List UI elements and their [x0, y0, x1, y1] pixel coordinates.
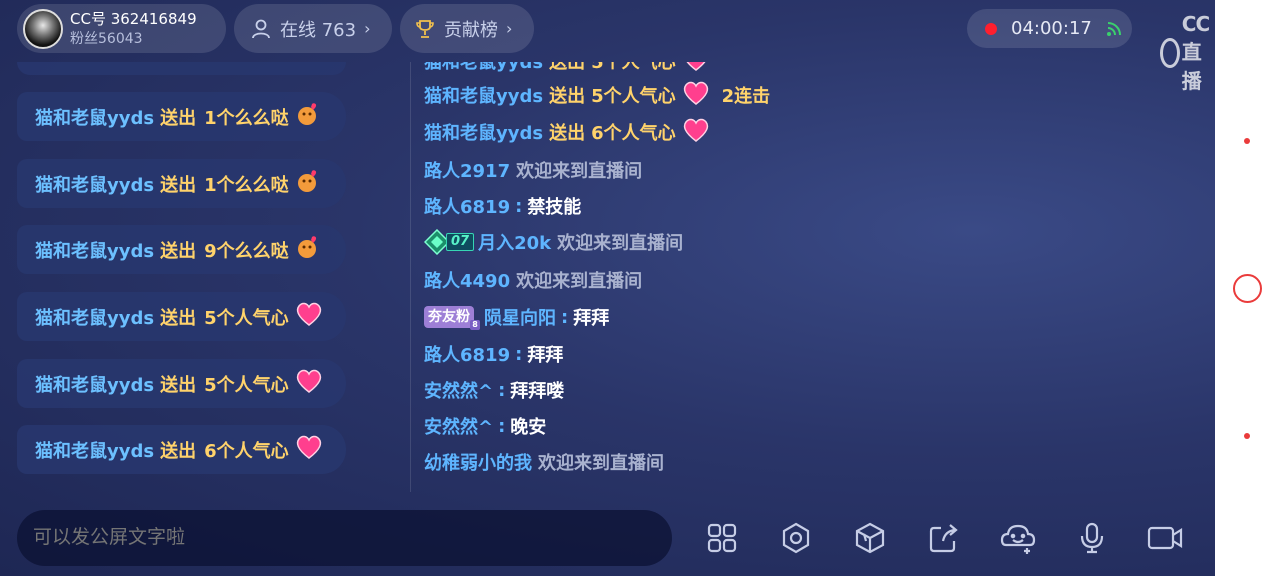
- heart-icon: [295, 302, 323, 331]
- emoji-add-icon[interactable]: [1000, 520, 1036, 556]
- gift-item: 猫和老鼠yyds 送出 1个么么哒: [17, 159, 346, 208]
- mic-icon[interactable]: [1074, 520, 1110, 556]
- chat-message: 安然然^ : 晚安: [424, 415, 547, 439]
- gift-box-icon[interactable]: [852, 520, 888, 556]
- anchor-id: CC号 362416849: [70, 9, 197, 28]
- gift-item: 猫和老鼠yyds 送出 9个么么哒: [17, 225, 346, 274]
- chat-message: 安然然^ : 拜拜喽: [424, 379, 565, 403]
- anchor-card[interactable]: CC号 362416849 粉丝56043: [17, 4, 226, 53]
- chat-message: 07 月入20k 欢迎来到直播间: [424, 227, 683, 257]
- gift-item: 猫和老鼠yyds 送出 5个人气心: [17, 359, 346, 408]
- gift-item: 猫和老鼠yyds 送出 6个人气心: [17, 425, 346, 474]
- record-ring-icon[interactable]: [1233, 274, 1262, 303]
- trophy-icon: [416, 19, 434, 38]
- chat-list[interactable]: 猫和老鼠yyds 送出 5个人气心 猫和老鼠yyds 送出 5个人气心 2连击 …: [424, 62, 1204, 492]
- chat-message: 幼稚弱小的我 欢迎来到直播间: [424, 453, 664, 474]
- gift-panel: 猫和老鼠yyds 送出 1个么么哒 猫和老鼠yyds 送出 1个么么哒 猫和老鼠…: [0, 62, 410, 492]
- recording-timer: 04:00:17: [967, 9, 1132, 48]
- user-icon: [252, 19, 270, 38]
- indicator-dot: [1244, 433, 1250, 439]
- gift-item: 猫和老鼠yyds 送出 5个人气心: [17, 292, 346, 341]
- chevron-right-icon: ›: [364, 19, 371, 38]
- heart-icon: [682, 62, 710, 76]
- panel-divider: [410, 62, 411, 492]
- chat-message: 路人6819 : 拜拜: [424, 343, 564, 367]
- anchor-fans: 粉丝56043: [70, 30, 143, 47]
- chat-message: 路人4490 欢迎来到直播间: [424, 271, 643, 292]
- online-label: 在线 763: [280, 19, 357, 41]
- kiss-gift-icon: [295, 235, 321, 264]
- heart-icon: [682, 81, 710, 110]
- side-panel: [1215, 0, 1280, 576]
- chat-message: 猫和老鼠yyds 送出 5个人气心: [424, 62, 710, 76]
- record-dot-icon: [985, 22, 997, 35]
- online-count-button[interactable]: 在线 763 ›: [234, 4, 392, 53]
- heart-icon: [682, 118, 710, 147]
- chevron-right-icon: ›: [506, 19, 513, 38]
- kiss-gift-icon: [295, 102, 321, 131]
- combo-count: 2连击: [721, 86, 771, 107]
- rank-label: 贡献榜: [444, 19, 498, 41]
- contribution-rank-button[interactable]: 贡献榜 ›: [400, 4, 534, 53]
- fan-badge: 夯友粉 8: [424, 306, 480, 330]
- indicator-dot: [1244, 138, 1250, 144]
- chat-input[interactable]: [17, 510, 672, 566]
- heart-icon: [295, 369, 323, 398]
- timer-value: 04:00:17: [1011, 18, 1092, 39]
- kiss-gift-icon: [295, 169, 321, 198]
- chat-message: 路人2917 欢迎来到直播间: [424, 161, 643, 182]
- live-room: CC号 362416849 粉丝56043 在线 763 › 贡献榜 › 04:…: [0, 0, 1215, 576]
- user-level-badge: 07: [424, 229, 475, 255]
- gift-item: 猫和老鼠yyds 送出 1个么么哒: [17, 92, 346, 141]
- avatar: [23, 8, 63, 49]
- chat-message: 夯友粉 8 陨星向阳 : 拜拜: [424, 302, 609, 332]
- share-icon[interactable]: [926, 520, 962, 556]
- heart-icon: [295, 435, 323, 464]
- signal-icon: [1106, 21, 1121, 36]
- chat-message: 猫和老鼠yyds 送出 6个人气心: [424, 117, 710, 147]
- settings-icon[interactable]: [778, 520, 814, 556]
- camera-icon[interactable]: [1147, 520, 1183, 556]
- chat-message: 猫和老鼠yyds 送出 5个人气心 2连击: [424, 80, 770, 110]
- grid-icon[interactable]: [704, 520, 740, 556]
- chat-message: 路人6819 : 禁技能: [424, 195, 582, 219]
- bottom-bar: [0, 492, 1215, 576]
